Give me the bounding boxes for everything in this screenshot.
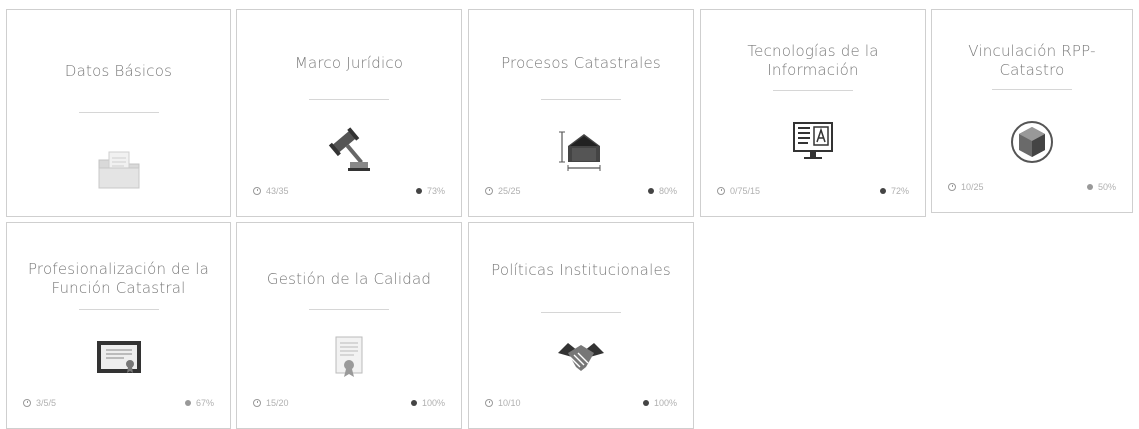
progress-percent: 100% (410, 398, 445, 408)
card-title: Datos Básicos (64, 62, 173, 80)
card-title: Marco Jurídico (294, 54, 404, 72)
progress-count: 15/20 (253, 398, 289, 408)
progress-count-label: 15/20 (266, 398, 289, 408)
card-marco-juridico[interactable]: Marco Jurídico 43/35 73% (236, 9, 462, 217)
status-dot-icon (647, 188, 654, 194)
progress-count-label: 10/25 (961, 182, 984, 192)
computer-screen-icon (788, 117, 838, 167)
clock-icon (23, 399, 31, 407)
status-dot-icon (642, 400, 649, 406)
card-title: Gestión de la Calidad (266, 270, 432, 288)
progress-count-label: 25/25 (498, 186, 521, 196)
gavel-icon (324, 124, 374, 174)
divider (992, 89, 1072, 90)
progress-percent-label: 100% (421, 398, 445, 408)
clock-icon (253, 187, 261, 195)
certificate-icon (94, 333, 144, 383)
card-vinculacion-rpp-catastro[interactable]: Vinculación RPP-Catastro 10/25 50% (931, 9, 1133, 213)
progress-count: 0/75/15 (717, 186, 760, 196)
progress-count: 10/10 (485, 398, 521, 408)
card-politicas-institucionales[interactable]: Políticas Institucionales 10/10 100% (468, 222, 694, 429)
progress-count: 43/35 (253, 186, 289, 196)
progress-count-label: 3/5/5 (36, 398, 57, 408)
card-title: Procesos Catastrales (501, 54, 661, 72)
clock-icon (485, 187, 493, 195)
card-title: Profesionalización de la Función Catastr… (27, 260, 210, 297)
card-title: Tecnologías de la Información (747, 42, 879, 79)
progress-percent-label: 73% (426, 186, 445, 196)
status-dot-icon (184, 400, 191, 406)
status-dot-icon (410, 400, 417, 406)
progress-count: 3/5/5 (23, 398, 56, 408)
progress-percent-label: 67% (195, 398, 214, 408)
clock-icon (717, 187, 725, 195)
card-profesionalizacion[interactable]: Profesionalización de la Función Catastr… (6, 222, 231, 429)
divider (541, 312, 621, 313)
card-datos-basicos[interactable]: Datos Básicos (6, 9, 231, 217)
status-dot-icon (415, 188, 422, 194)
divider (309, 99, 389, 100)
card-tecnologias-informacion[interactable]: Tecnologías de la Información 0/75/15 72… (700, 9, 926, 217)
divider (541, 99, 621, 100)
progress-percent-label: 80% (658, 186, 677, 196)
divider (309, 309, 389, 310)
clock-icon (485, 399, 493, 407)
divider (78, 309, 159, 310)
status-dot-icon (879, 188, 886, 194)
card-title: Políticas Institucionales (491, 261, 671, 279)
progress-percent: 100% (642, 398, 677, 408)
card-gestion-calidad[interactable]: Gestión de la Calidad 15/20 100% (236, 222, 462, 429)
document-seal-icon (324, 333, 374, 383)
progress-percent: 72% (879, 186, 909, 196)
progress-count-label: 10/10 (498, 398, 521, 408)
card-procesos-catastrales[interactable]: Procesos Catastrales 25/25 80% (468, 9, 694, 217)
progress-percent-label: 72% (890, 186, 909, 196)
status-dot-icon (1086, 184, 1093, 190)
card-title: Vinculación RPP-Catastro (968, 42, 1096, 79)
divider (78, 112, 159, 113)
divider (773, 90, 853, 91)
cube-target-icon (1007, 117, 1057, 167)
house-measure-icon (556, 124, 606, 174)
clock-icon (253, 399, 261, 407)
folder-icon (94, 144, 144, 194)
progress-count: 10/25 (948, 182, 984, 192)
progress-count-label: 43/35 (266, 186, 289, 196)
progress-percent: 80% (647, 186, 677, 196)
progress-percent: 67% (184, 398, 214, 408)
progress-count-label: 0/75/15 (730, 186, 761, 196)
handshake-icon (556, 333, 606, 383)
progress-count: 25/25 (485, 186, 521, 196)
progress-percent: 73% (415, 186, 445, 196)
progress-percent: 50% (1086, 182, 1116, 192)
progress-percent-label: 50% (1097, 182, 1116, 192)
clock-icon (948, 183, 956, 191)
progress-percent-label: 100% (653, 398, 677, 408)
